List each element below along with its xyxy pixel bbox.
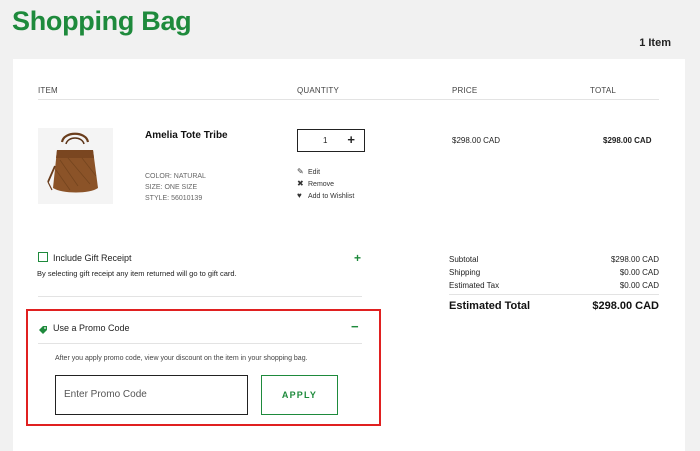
header-total: TOTAL	[590, 86, 617, 95]
header-item: ITEM	[38, 86, 58, 95]
apply-button[interactable]: APPLY	[261, 375, 338, 415]
wishlist-label: Add to Wishlist	[308, 193, 355, 200]
product-image[interactable]	[38, 128, 113, 204]
heart-icon: ♥	[297, 191, 302, 200]
header-price: PRICE	[452, 86, 478, 95]
item-count: 1 Item	[639, 37, 671, 49]
gift-receipt-label[interactable]: Include Gift Receipt	[53, 253, 132, 263]
quantity-increase-button[interactable]: +	[347, 133, 355, 147]
summary-divider	[449, 294, 659, 295]
gift-expand-button[interactable]: +	[354, 251, 361, 265]
page-title: Shopping Bag	[12, 6, 192, 36]
tote-bag-image	[47, 132, 98, 193]
shipping-label: Shipping	[449, 268, 481, 277]
estimated-total-value: $298.00 CAD	[592, 300, 659, 312]
subtotal-value: $298.00 CAD	[610, 255, 659, 264]
promo-collapse-button[interactable]: −	[351, 319, 359, 334]
header-divider	[38, 99, 659, 100]
tag-icon	[38, 322, 48, 340]
product-style: STYLE: 56010139	[145, 195, 203, 202]
quantity-value[interactable]: 1	[323, 136, 327, 145]
promo-note: After you apply promo code, view your di…	[55, 355, 308, 362]
gift-receipt-note: By selecting gift receipt any item retur…	[37, 269, 237, 278]
close-icon: ✖	[297, 179, 304, 188]
header-quantity: QUANTITY	[297, 86, 340, 95]
remove-link[interactable]: ✖ Remove	[297, 179, 334, 188]
shipping-value: $0.00 CAD	[619, 268, 659, 277]
product-name[interactable]: Amelia Tote Tribe	[145, 130, 228, 141]
item-total: $298.00 CAD	[603, 136, 652, 145]
promo-divider	[38, 343, 362, 344]
edit-label: Edit	[308, 169, 321, 176]
remove-label: Remove	[308, 181, 335, 188]
gift-divider	[38, 296, 362, 297]
estimated-tax-label: Estimated Tax	[449, 281, 500, 290]
gift-receipt-checkbox[interactable]	[38, 252, 48, 262]
product-color: COLOR: NATURAL	[145, 173, 206, 180]
add-to-wishlist-link[interactable]: ♥ Add to Wishlist	[297, 191, 354, 200]
quantity-stepper[interactable]: 1 +	[297, 129, 365, 152]
subtotal-label: Subtotal	[449, 255, 479, 264]
product-size: SIZE: ONE SIZE	[145, 184, 198, 191]
estimated-total-label: Estimated Total	[449, 300, 531, 312]
promo-code-input[interactable]: Enter Promo Code	[55, 375, 248, 415]
edit-link[interactable]: ✎ Edit	[297, 167, 320, 176]
item-price: $298.00 CAD	[452, 136, 501, 145]
promo-code-toggle[interactable]: Use a Promo Code	[53, 323, 130, 333]
estimated-tax-value: $0.00 CAD	[619, 281, 659, 290]
edit-icon: ✎	[297, 167, 304, 176]
